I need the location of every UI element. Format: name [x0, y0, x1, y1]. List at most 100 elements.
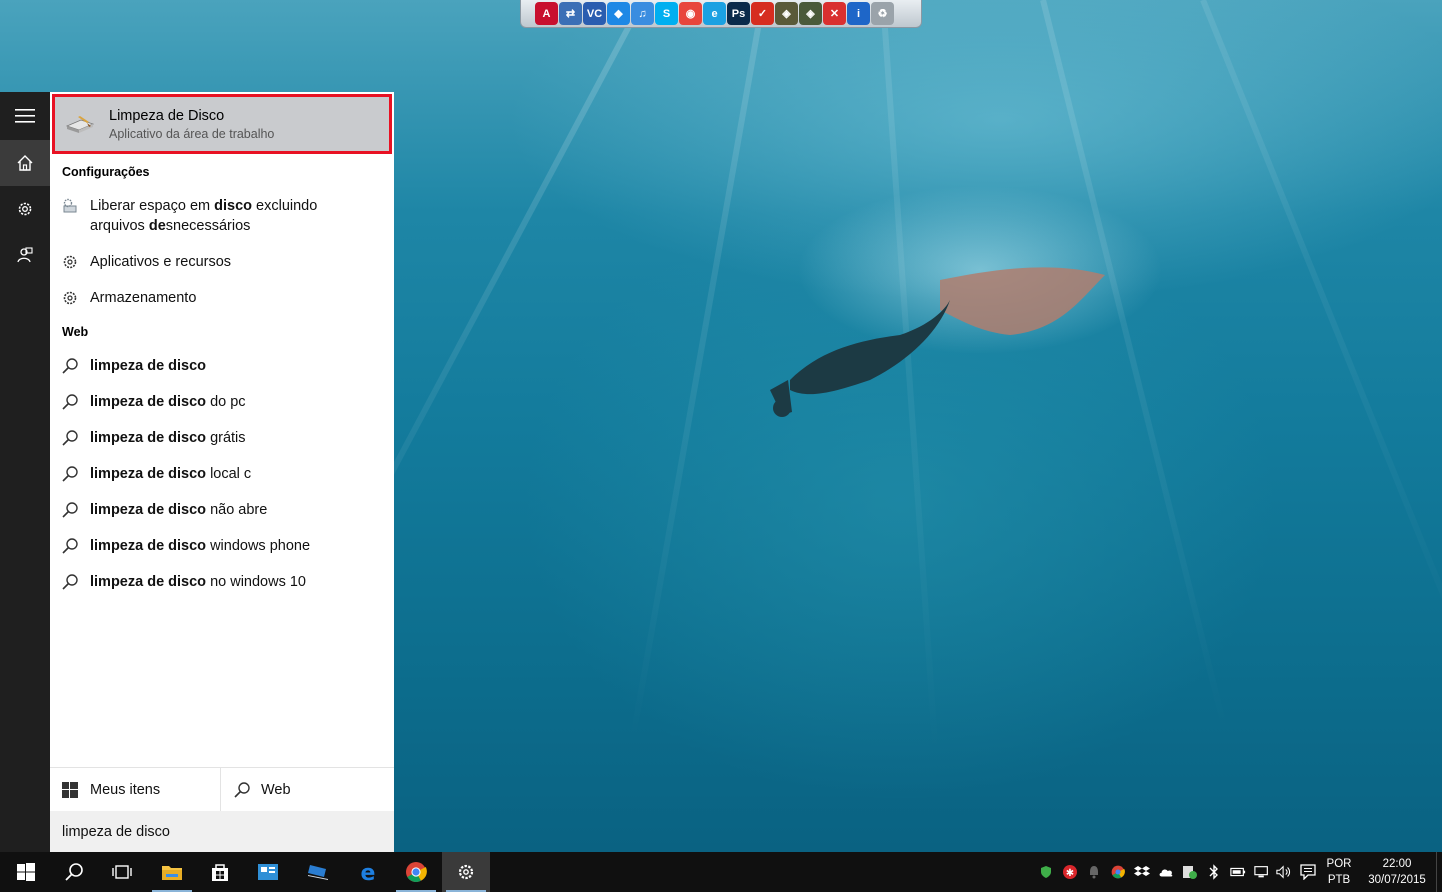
delete-icon[interactable]: ✕ [823, 2, 846, 25]
acrobat-icon[interactable]: A [535, 2, 558, 25]
search-input[interactable]: limpeza de disco [50, 811, 394, 852]
clock-time: 22:00 [1382, 858, 1412, 870]
shield-tray-icon[interactable] [1038, 863, 1054, 881]
search-icon [60, 464, 80, 484]
home-icon [17, 155, 33, 171]
web-result-label: limpeza de disco [90, 358, 207, 374]
photoshop-icon[interactable]: Ps [727, 2, 750, 25]
itunes-icon[interactable]: ♫ [631, 2, 654, 25]
network-tray-icon[interactable] [1254, 863, 1270, 881]
start-rail [0, 92, 50, 852]
settings-button[interactable] [0, 186, 50, 232]
hamburger-menu-button[interactable] [0, 92, 50, 140]
search-icon [60, 536, 80, 556]
laptop-app-button[interactable] [294, 852, 342, 892]
web-result-item[interactable]: limpeza de disco do pc [60, 392, 384, 412]
chrome-tray-icon[interactable] [1110, 863, 1126, 881]
tool2-icon[interactable]: ◈ [799, 2, 822, 25]
feedback-icon [17, 247, 33, 263]
antivirus-tray-icon[interactable]: ✱ [1062, 863, 1078, 881]
settings-result-label: Aplicativos e recursos [90, 254, 232, 270]
search-button[interactable] [50, 852, 98, 892]
svg-text:e: e [361, 861, 376, 883]
best-match-subtitle: Aplicativo da área de trabalho [109, 126, 275, 141]
windows-icon [62, 782, 78, 798]
scope-bar: Meus itens Web [50, 767, 394, 812]
recycle-bin-icon[interactable]: ♻ [871, 2, 894, 25]
light-ray [628, 0, 766, 749]
chrome-button[interactable] [392, 852, 440, 892]
web-result-item[interactable]: limpeza de disco [60, 356, 384, 376]
windows-logo-icon [17, 863, 35, 881]
vc-icon[interactable]: VC [583, 2, 606, 25]
disk-cleanup-icon [65, 116, 95, 133]
web-result-label: limpeza de disco grátis [90, 430, 246, 446]
file-explorer-button[interactable] [148, 852, 196, 892]
web-result-label: limpeza de disco windows phone [90, 538, 311, 554]
web-result-item[interactable]: limpeza de disco windows phone [60, 536, 384, 556]
ccleaner-icon[interactable]: ✓ [751, 2, 774, 25]
start-button[interactable] [2, 852, 50, 892]
keyboard-layout-code: PTB [1327, 874, 1351, 886]
diver-image [770, 267, 1105, 417]
clock[interactable]: 22:00 30/07/2015 [1362, 856, 1432, 888]
scope-my-items-button[interactable]: Meus itens [50, 768, 221, 812]
edge-icon: e [361, 861, 376, 883]
skype-icon[interactable]: S [655, 2, 678, 25]
search-icon [65, 863, 83, 881]
battery-tray-icon[interactable] [1230, 863, 1246, 881]
scope-web-button[interactable]: Web [221, 768, 291, 812]
clock-date: 30/07/2015 [1368, 874, 1426, 886]
bell-tray-icon[interactable] [1086, 863, 1102, 881]
web-result-item[interactable]: limpeza de disco não abre [60, 500, 384, 520]
task-view-button[interactable] [98, 852, 146, 892]
settings-app-button[interactable] [442, 852, 490, 892]
gear-icon [458, 864, 474, 880]
scope-my-items-label: Meus itens [90, 782, 161, 798]
store-button[interactable] [196, 852, 244, 892]
web-result-item[interactable]: limpeza de disco grátis [60, 428, 384, 448]
volume-tray-icon[interactable] [1276, 863, 1292, 881]
input-language-indicator[interactable]: POR PTB [1322, 856, 1356, 888]
dropbox-icon[interactable]: ◆ [607, 2, 630, 25]
best-match-result[interactable]: Limpeza de Disco Aplicativo da área de t… [52, 94, 392, 154]
tool-icon[interactable]: ◈ [775, 2, 798, 25]
taskbar: e ✱ POR PTB 22:00 30/07/2015 [0, 852, 1442, 892]
network-app-button[interactable] [244, 852, 292, 892]
gear-icon [60, 252, 80, 272]
search-icon [60, 572, 80, 592]
bluetooth-tray-icon[interactable] [1206, 863, 1222, 881]
dropbox-tray-icon[interactable] [1134, 863, 1150, 881]
web-result-label: limpeza de disco local c [90, 466, 252, 482]
chrome-icon [406, 862, 427, 882]
settings-result-storage[interactable]: Armazenamento [60, 288, 384, 308]
network-icon[interactable]: ⇄ [559, 2, 582, 25]
show-desktop-button[interactable] [1436, 852, 1442, 892]
edge-button[interactable]: e [344, 852, 392, 892]
web-result-label: limpeza de disco do pc [90, 394, 246, 410]
settings-section-header: Configurações [62, 165, 150, 179]
store-icon [212, 864, 228, 881]
chrome-icon[interactable]: ◉ [679, 2, 702, 25]
search-icon [234, 782, 250, 798]
home-button[interactable] [0, 140, 50, 186]
onedrive-tray-icon[interactable] [1158, 863, 1174, 881]
sync-tray-icon[interactable] [1182, 863, 1198, 881]
web-result-item[interactable]: limpeza de disco no windows 10 [60, 572, 384, 592]
settings-result-apps[interactable]: Aplicativos e recursos [60, 252, 384, 272]
settings-result-label: Liberar espaço em disco excluindo arquivo… [90, 198, 318, 234]
web-result-label: limpeza de disco não abre [90, 502, 268, 518]
gear-icon [60, 288, 80, 308]
hamburger-icon [15, 109, 35, 123]
settings-result-free-space[interactable]: Liberar espaço em disco excluindo arquivo… [60, 196, 384, 236]
settings-result-label: Armazenamento [90, 290, 197, 306]
disk-settings-icon [60, 196, 80, 216]
info-icon[interactable]: i [847, 2, 870, 25]
web-result-item[interactable]: limpeza de disco local c [60, 464, 384, 484]
feedback-button[interactable] [0, 232, 50, 278]
task-view-icon [112, 865, 132, 879]
search-icon [60, 392, 80, 412]
ie-icon[interactable]: e [703, 2, 726, 25]
svg-text:✱: ✱ [1066, 868, 1074, 879]
action-center-tray-icon[interactable] [1300, 863, 1316, 881]
